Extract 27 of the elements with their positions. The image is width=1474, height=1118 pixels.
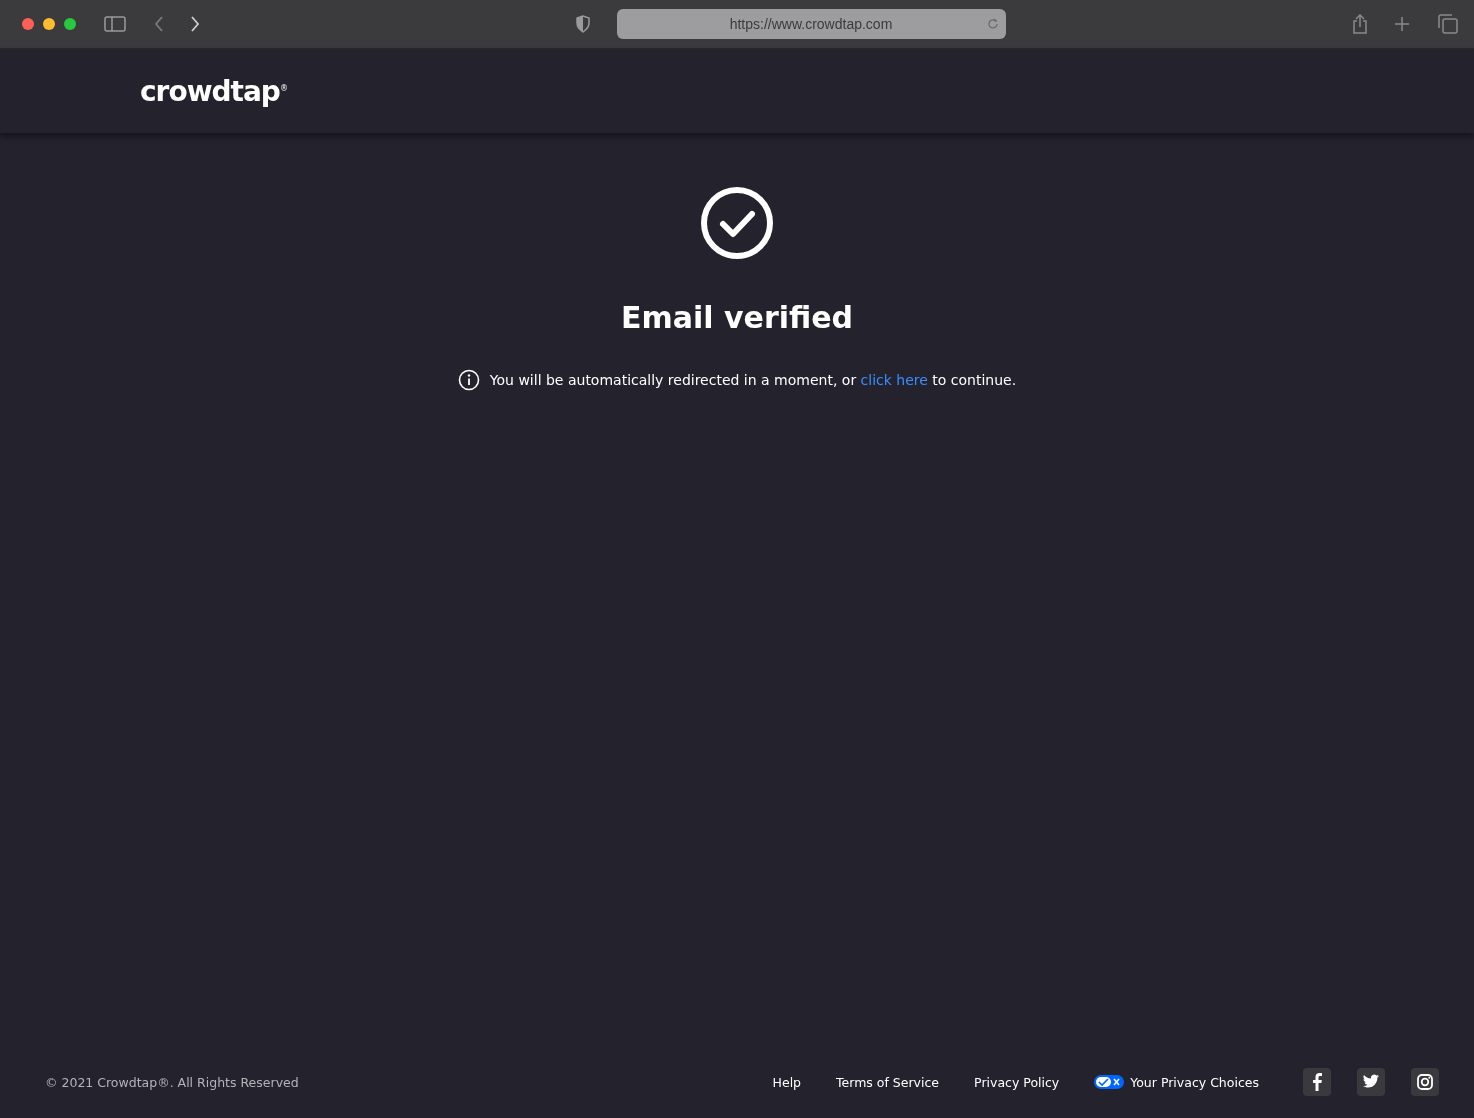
page-title: Email verified: [620, 299, 853, 337]
twitter-button[interactable]: [1357, 1068, 1385, 1096]
zoom-window-button[interactable]: [64, 18, 76, 30]
new-tab-icon[interactable]: [1394, 16, 1410, 32]
facebook-icon: [1312, 1073, 1322, 1091]
instagram-button[interactable]: [1411, 1068, 1439, 1096]
checkmark-circle-icon: [700, 186, 774, 260]
copyright-text: © 2021 Crowdtap®. All Rights Reserved: [45, 1074, 299, 1090]
share-icon[interactable]: [1352, 14, 1368, 34]
sidebar-icon[interactable]: [104, 16, 126, 32]
shield-icon[interactable]: [574, 15, 591, 33]
footer-link[interactable]: Help: [772, 1074, 802, 1090]
address-bar[interactable]: https://www.crowdtap.com: [616, 9, 1006, 39]
footer-link[interactable]: Terms of Service: [836, 1074, 940, 1090]
tabs-overview-icon[interactable]: [1438, 14, 1458, 34]
close-window-button[interactable]: [22, 18, 34, 30]
info-icon: [457, 369, 480, 391]
facebook-button[interactable]: [1303, 1068, 1331, 1096]
back-icon[interactable]: [154, 16, 164, 32]
redirect-message: You will be automatically redirected in a moment, or click here to continue.: [489, 372, 1017, 388]
privacy-choices-link[interactable]: Your Privacy Choices: [1130, 1074, 1259, 1090]
crowdtap-logo[interactable]: crowdtap$^{®}$: [140, 74, 287, 108]
privacy-toggle-icon: [1094, 1075, 1125, 1089]
minimize-window-button[interactable]: [43, 18, 55, 30]
forward-icon[interactable]: [190, 16, 200, 32]
click-here-link[interactable]: click here: [860, 372, 928, 388]
footer-link[interactable]: Privacy Policy: [974, 1074, 1060, 1090]
